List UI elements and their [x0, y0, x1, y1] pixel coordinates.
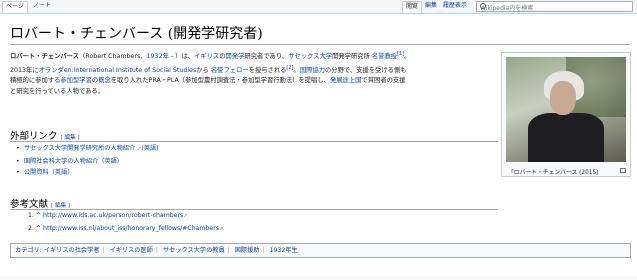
reference-url[interactable]: http://www.iss.nl/about_iss/honorary_fel…	[43, 225, 219, 232]
tab-page[interactable]: ページ	[2, 1, 28, 13]
enlarge-icon[interactable]	[620, 168, 626, 173]
tab-read[interactable]: 閲覧	[402, 1, 423, 13]
text: から	[196, 66, 211, 74]
external-links-list: サセックス大学開発学研究所の人物紹介 ↗(英語) 国際社会科大学の人物紹介（英語…	[16, 143, 159, 179]
text: で貧困者の支援	[361, 77, 406, 85]
link-sussex[interactable]: サセックス大学	[288, 53, 332, 60]
text: 積極的に参加する	[10, 77, 61, 85]
portrait-photo[interactable]	[506, 57, 626, 162]
text: の分野で、支援を受ける側も	[325, 66, 407, 74]
external-link-icon: ↗	[183, 213, 188, 219]
list-item: 国際社会科大学の人物紹介（英語）	[16, 156, 159, 168]
external-link-icon: ↗	[219, 225, 224, 232]
photo-body	[528, 113, 604, 162]
link-developing[interactable]: 発展途上国	[330, 77, 361, 84]
category-box: カテゴリ: イギリスの社会学者 | イギリスの医師 | サセックス大学の教員 | 国際…	[10, 243, 631, 258]
text: 研究者であり、	[244, 53, 289, 61]
intro-paragraph: ロバート・チェンバース（Robert Chambers、1932年 - ）は、イ…	[10, 49, 490, 97]
text: を授与される	[248, 66, 287, 74]
subject-name: ロバート・チェンバース	[10, 53, 79, 61]
tab-edit[interactable]: 編集	[422, 1, 440, 11]
link-coop[interactable]: 国際協力	[300, 67, 325, 74]
search-input[interactable]: Wikipedia内を検索	[476, 1, 633, 12]
references-list: 1. ^ http://www.ids.ac.uk/person/robert-…	[22, 210, 223, 235]
ref-number: 2.	[28, 224, 34, 232]
footer-strip	[0, 276, 637, 280]
text: 開発学研究所	[332, 53, 372, 61]
link-uk[interactable]: イギリス	[194, 53, 219, 60]
text: 。	[404, 53, 411, 61]
ref-2[interactable]: [2]	[286, 65, 293, 71]
link-year[interactable]: 1932年	[147, 53, 169, 60]
category-link[interactable]: サセックス大学の教員	[163, 247, 225, 254]
external-links-heading: 外部リンク[ 編集 ]	[10, 128, 80, 142]
external-link[interactable]: サセックス大学開発学研究所の人物紹介	[24, 145, 135, 152]
link-concept[interactable]: 概念	[98, 77, 111, 84]
list-item: サセックス大学開発学研究所の人物紹介 ↗(英語)	[16, 143, 159, 156]
search-placeholder: Wikipedia内を検索	[480, 5, 534, 12]
references-heading: 参考文献[ 編集 ]	[10, 196, 70, 210]
section-divider	[10, 141, 498, 142]
page-title: ロバート・チェンバース (開発学研究者)	[10, 26, 263, 42]
text: と研究を行っている人物である。	[10, 87, 105, 95]
text: を取り入れたPRA・PLA（参加型農村調査法・参加型学習行動法）を提唱し、	[110, 77, 330, 85]
external-link[interactable]: 公開資料（英語）	[24, 169, 74, 176]
list-item: 2. ^ http://www.iss.nl/about_iss/honorar…	[22, 223, 223, 236]
title-divider	[10, 44, 630, 45]
category-link[interactable]: イギリスの社会学者	[44, 247, 100, 254]
category-link[interactable]: イギリスの医師	[110, 247, 153, 254]
tab-history[interactable]: 履歴表示	[440, 1, 470, 11]
list-item: 1. ^ http://www.ids.ac.uk/person/robert-…	[22, 210, 223, 223]
list-item: 公開資料（英語）	[16, 167, 159, 179]
link-dev-studies[interactable]: 開発学	[226, 53, 245, 60]
text: （Robert Chambers、	[78, 53, 147, 61]
ref-number: 1.	[28, 212, 34, 219]
backlink[interactable]: ^	[36, 225, 41, 232]
link-emeritus[interactable]: 名誉教授	[372, 53, 397, 60]
link-iiss[interactable]: en:International Institute of Social Stu…	[64, 67, 196, 74]
external-link[interactable]: 国際社会科大学の人物紹介（英語）	[24, 158, 123, 165]
infobox: 「ロバート・チェンバース (2015)	[501, 52, 631, 177]
tab-talk[interactable]: ノート	[30, 1, 54, 11]
text: - ）は、	[168, 53, 195, 61]
top-bar: ページ ノート 閲覧 編集 履歴表示 Wikipedia内を検索	[0, 0, 637, 13]
article-content: ロバート・チェンバース (開発学研究者) ロバート・チェンバース（Robert …	[0, 13, 637, 276]
photo-caption: 「ロバート・チェンバース (2015)	[508, 170, 599, 176]
categories-label[interactable]: カテゴリ:	[15, 247, 42, 254]
category-link[interactable]: 国際援助	[235, 247, 260, 254]
reference-url[interactable]: http://www.ids.ac.uk/person/robert-chamb…	[43, 212, 183, 219]
search-icon[interactable]	[480, 3, 486, 9]
photo-face	[550, 81, 576, 115]
backlink[interactable]: ^	[36, 212, 41, 219]
link-honorary[interactable]: 名誉フェロー	[211, 67, 249, 74]
text: 2013年に	[10, 66, 39, 74]
link-participatory[interactable]: 参加型学習	[60, 77, 91, 84]
link-netherlands[interactable]: オランダ	[39, 67, 64, 74]
lang-link[interactable]: (英語)	[141, 145, 158, 152]
category-link[interactable]: 1932年生	[270, 247, 298, 254]
